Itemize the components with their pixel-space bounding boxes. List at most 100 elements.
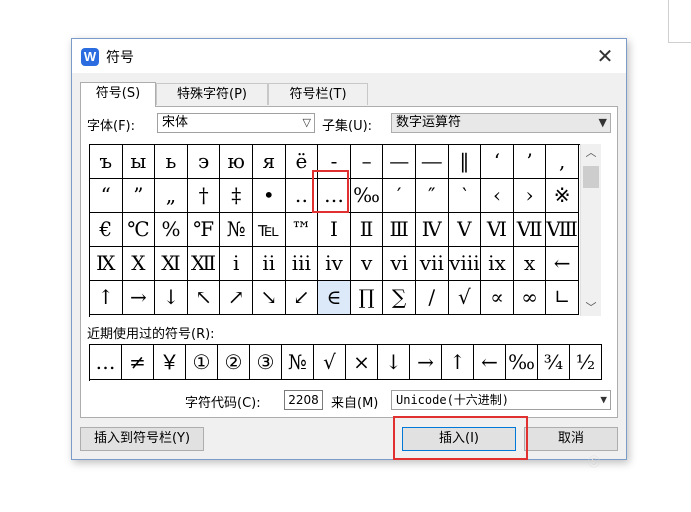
symbol-cell[interactable]: ∞: [513, 281, 547, 315]
scroll-up-icon[interactable]: ︿: [581, 144, 601, 161]
symbol-cell[interactable]: ⅲ: [285, 247, 319, 281]
symbol-cell[interactable]: ‘: [481, 145, 514, 179]
symbol-cell[interactable]: Ⅷ: [546, 213, 579, 247]
symbol-cell[interactable]: ↖: [187, 281, 221, 315]
symbol-cell[interactable]: —: [383, 145, 416, 179]
symbol-cell[interactable]: ↓: [155, 281, 188, 315]
symbol-cell[interactable]: ⅵ: [383, 247, 416, 281]
symbol-cell[interactable]: “: [90, 179, 123, 213]
recent-symbol-cell[interactable]: ③: [250, 345, 282, 380]
scroll-down-icon[interactable]: ﹀: [581, 299, 601, 316]
symbol-cell[interactable]: …: [318, 179, 351, 213]
cancel-button[interactable]: 取消: [524, 427, 618, 451]
from-select[interactable]: Unicode(十六进制) ▼: [391, 390, 611, 410]
subset-select[interactable]: 数字运算符 ▼: [391, 113, 611, 133]
symbol-cell[interactable]: Ⅵ: [481, 213, 514, 247]
symbol-cell[interactable]: ‹: [481, 179, 514, 213]
close-icon[interactable]: ✕: [592, 43, 618, 69]
char-code-input[interactable]: 2208: [284, 390, 323, 410]
symbol-cell[interactable]: ›: [513, 179, 547, 213]
symbol-cell[interactable]: ⅹ: [513, 247, 547, 281]
symbol-cell[interactable]: Ⅶ: [513, 213, 547, 247]
symbol-cell[interactable]: ⅷ: [448, 247, 482, 281]
symbol-cell[interactable]: ∑: [383, 281, 416, 315]
recent-symbol-cell[interactable]: ¾: [538, 345, 570, 380]
symbol-cell[interactable]: ё: [285, 145, 319, 179]
symbol-cell[interactable]: ,: [546, 145, 579, 179]
symbol-cell[interactable]: ы: [122, 145, 156, 179]
symbol-cell[interactable]: ′: [383, 179, 416, 213]
symbol-cell[interactable]: ″: [416, 179, 449, 213]
symbol-cell[interactable]: %: [155, 213, 188, 247]
symbol-cell[interactable]: ‡: [220, 179, 253, 213]
symbol-cell[interactable]: Ⅺ: [155, 247, 188, 281]
recent-symbol-cell[interactable]: ‰: [506, 345, 538, 380]
recent-symbol-cell[interactable]: ￥: [154, 345, 186, 380]
recent-symbol-cell[interactable]: √: [314, 345, 346, 380]
recent-symbol-cell[interactable]: ①: [186, 345, 218, 380]
symbol-cell[interactable]: ∏: [350, 281, 384, 315]
symbol-cell[interactable]: ⅴ: [350, 247, 384, 281]
symbol-cell[interactable]: ‥: [285, 179, 319, 213]
symbol-cell[interactable]: Ⅹ: [122, 247, 156, 281]
symbol-cell[interactable]: ※: [546, 179, 579, 213]
symbol-cell[interactable]: ’: [513, 145, 547, 179]
symbol-cell[interactable]: Ⅲ: [383, 213, 416, 247]
symbol-cell[interactable]: Ⅸ: [90, 247, 123, 281]
symbol-cell[interactable]: Ⅳ: [416, 213, 449, 247]
symbol-cell[interactable]: •: [253, 179, 286, 213]
recent-symbol-cell[interactable]: →: [410, 345, 442, 380]
symbol-cell[interactable]: ⅶ: [416, 247, 449, 281]
symbol-cell[interactable]: ℉: [187, 213, 221, 247]
symbol-cell[interactable]: ‵: [448, 179, 482, 213]
recent-symbol-cell[interactable]: ↓: [378, 345, 410, 380]
symbol-cell[interactable]: ∝: [481, 281, 514, 315]
recent-symbol-cell[interactable]: ←: [474, 345, 506, 380]
recent-symbol-cell[interactable]: №: [282, 345, 314, 380]
symbol-cell[interactable]: ↙: [285, 281, 319, 315]
symbol-cell[interactable]: ™: [285, 213, 319, 247]
recent-symbol-cell[interactable]: ½: [570, 345, 602, 380]
symbol-cell[interactable]: ↗: [220, 281, 253, 315]
insert-button[interactable]: 插入(I): [402, 427, 516, 451]
symbol-cell[interactable]: ⅰ: [220, 247, 253, 281]
recent-symbol-cell[interactable]: ×: [346, 345, 378, 380]
symbol-cell[interactable]: ⅱ: [253, 247, 286, 281]
recent-symbol-cell[interactable]: ②: [218, 345, 250, 380]
symbol-cell[interactable]: Ⅰ: [318, 213, 351, 247]
symbol-cell[interactable]: ъ: [90, 145, 123, 179]
font-select[interactable]: 宋体 ▽: [157, 113, 315, 133]
symbol-cell[interactable]: ∈: [318, 281, 351, 315]
symbol-cell[interactable]: ∟: [546, 281, 579, 315]
tab-special-characters[interactable]: 特殊字符(P): [156, 83, 268, 105]
symbol-cell[interactable]: ь: [155, 145, 188, 179]
symbol-cell[interactable]: -: [318, 145, 351, 179]
symbol-cell[interactable]: ←: [546, 247, 579, 281]
symbol-cell[interactable]: ⅳ: [318, 247, 351, 281]
symbol-cell[interactable]: √: [448, 281, 482, 315]
symbol-cell[interactable]: э: [187, 145, 221, 179]
symbol-grid-scrollbar[interactable]: ︿ ﹀: [580, 144, 601, 316]
symbol-cell[interactable]: →: [122, 281, 156, 315]
symbol-cell[interactable]: ―: [416, 145, 449, 179]
symbol-cell[interactable]: †: [187, 179, 221, 213]
symbol-cell[interactable]: „: [155, 179, 188, 213]
symbol-cell[interactable]: Ⅻ: [187, 247, 221, 281]
symbol-cell[interactable]: Ⅴ: [448, 213, 482, 247]
tab-symbol-bar[interactable]: 符号栏(T): [268, 83, 368, 105]
symbol-cell[interactable]: €: [90, 213, 123, 247]
recent-symbol-cell[interactable]: ≠: [122, 345, 154, 380]
symbol-cell[interactable]: ℃: [122, 213, 156, 247]
symbol-cell[interactable]: ∕: [416, 281, 449, 315]
tab-symbols[interactable]: 符号(S): [80, 82, 156, 107]
symbol-cell[interactable]: ⅸ: [481, 247, 514, 281]
recent-symbol-cell[interactable]: ↑: [442, 345, 474, 380]
symbol-cell[interactable]: ↑: [90, 281, 123, 315]
symbol-cell[interactable]: ↘: [253, 281, 286, 315]
symbol-cell[interactable]: ю: [220, 145, 253, 179]
recent-symbol-cell[interactable]: …: [90, 345, 122, 380]
symbol-cell[interactable]: ‖: [448, 145, 482, 179]
scroll-thumb[interactable]: [583, 166, 599, 188]
symbol-cell[interactable]: №: [220, 213, 253, 247]
insert-to-symbol-bar-button[interactable]: 插入到符号栏(Y): [80, 427, 204, 451]
